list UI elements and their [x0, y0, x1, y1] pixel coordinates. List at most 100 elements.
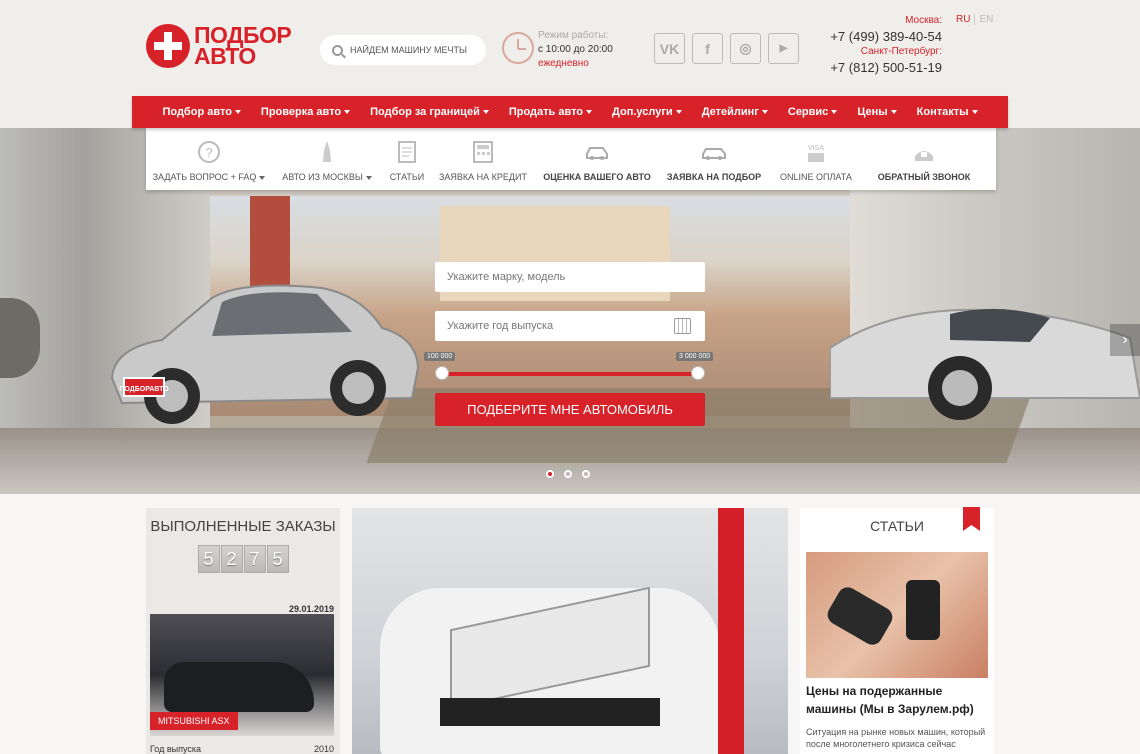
orders-counter: 5 2 7 5 — [146, 545, 340, 573]
quick-callback[interactable]: ОБРАТНЫЙ ЗВОНОК — [864, 128, 984, 190]
search-input[interactable] — [350, 45, 480, 55]
chevron-down-icon — [259, 175, 266, 180]
chevron-right-icon[interactable]: › — [1110, 324, 1140, 356]
instagram-icon[interactable]: ◎ — [730, 33, 761, 64]
car-icon — [702, 148, 726, 160]
car-plate: ПОДБОРАВТО — [119, 386, 169, 393]
slide-dot-3[interactable] — [582, 470, 590, 478]
quick-payment[interactable]: VISA ONLINE ОПЛАТА — [768, 128, 864, 190]
slide-dot-1[interactable] — [546, 470, 554, 478]
nav-label: Детейлинг — [701, 106, 759, 118]
hours-label: Режим работы: — [538, 30, 609, 41]
quick-credit[interactable]: ЗАЯВКА НА КРЕДИТ — [432, 128, 534, 190]
search-box[interactable] — [320, 35, 486, 65]
quick-links: ? ЗАДАТЬ ВОПРОС + FAQ АВТО ИЗ МОСКВЫ СТА… — [146, 128, 996, 190]
white-car-image — [380, 586, 720, 754]
quick-request[interactable]: ЗАЯВКА НА ПОДБОР — [660, 128, 768, 190]
nav-abroad[interactable]: Подбор за границей — [360, 106, 499, 118]
counter-digit: 2 — [220, 545, 243, 573]
calendar-icon[interactable] — [674, 318, 691, 334]
chevron-down-icon — [675, 110, 682, 115]
phone-moscow[interactable]: +7 (499) 389-40-54 — [812, 28, 942, 45]
price-min-handle[interactable] — [435, 366, 449, 380]
logo-cross-icon — [146, 24, 190, 68]
city-spb: Санкт-Петербург: — [860, 46, 942, 57]
quick-evaluation-label: ОЦЕНКА ВАШЕГО АВТО — [543, 172, 651, 182]
nav-label: Доп.услуги — [612, 106, 673, 118]
youtube-icon[interactable]: ▶ — [768, 33, 799, 64]
articles-widget: СТАТЬИ Цены на подержанные машины (Мы в … — [800, 507, 994, 754]
phone-spb[interactable]: +7 (812) 500-51-19 — [812, 59, 942, 76]
logo-text: ПОДБОР АВТО — [194, 24, 292, 68]
chevron-down-icon — [365, 175, 372, 180]
phones: Москва: +7 (499) 389-40-54 Санкт-Петербу… — [812, 14, 942, 76]
counter-digit: 5 — [197, 545, 220, 573]
logo[interactable]: ПОДБОР АВТО — [146, 24, 292, 68]
svg-text:?: ? — [205, 145, 212, 160]
quick-request-label: ЗАЯВКА НА ПОДБОР — [666, 172, 762, 182]
nav-detailing[interactable]: Детейлинг — [692, 106, 778, 118]
nav-label: Подбор авто — [162, 106, 232, 118]
price-max-label: 3 000 000 — [676, 352, 714, 361]
nav-service[interactable]: Сервис — [778, 106, 847, 118]
facebook-icon[interactable]: f — [692, 33, 723, 64]
tower-icon — [323, 141, 331, 162]
order-car-tag[interactable]: MITSUBISHI ASX — [150, 712, 238, 730]
quick-faq[interactable]: ? ЗАДАТЬ ВОПРОС + FAQ — [146, 128, 272, 190]
nav-label: Сервис — [787, 106, 829, 118]
vk-icon[interactable]: VK — [654, 33, 685, 64]
completed-orders: ВЫПОЛНЕННЫЕ ЗАКАЗЫ 5 2 7 5 29.01.2019 MI… — [146, 508, 340, 754]
nav-label: Проверка авто — [260, 106, 342, 118]
city-moscow: Москва: — [905, 15, 942, 26]
svg-text:VISA: VISA — [808, 145, 824, 152]
nav-podbor[interactable]: Подбор авто — [152, 106, 250, 118]
chevron-down-icon — [482, 110, 489, 115]
language-switch: RU EN — [956, 14, 994, 25]
article-image[interactable] — [806, 552, 988, 678]
chevron-down-icon — [971, 110, 978, 115]
document-icon — [398, 141, 416, 163]
quick-moscow-label: АВТО ИЗ МОСКВЫ — [282, 172, 363, 182]
chevron-down-icon — [831, 110, 838, 115]
nav-sell[interactable]: Продать авто — [499, 106, 602, 118]
clock-icon — [502, 32, 534, 64]
quick-faq-label: ЗАДАТЬ ВОПРОС + FAQ — [152, 172, 257, 182]
classic-car-image: ПОДБОРАВТО — [110, 284, 420, 424]
quick-moscow[interactable]: АВТО ИЗ МОСКВЫ — [272, 128, 382, 190]
brand-model-field[interactable]: Укажите марку, модель — [435, 262, 705, 292]
slide-dot-2[interactable] — [564, 470, 572, 478]
year-field[interactable]: Укажите год выпуска — [435, 311, 705, 341]
orders-title: ВЫПОЛНЕННЫЕ ЗАКАЗЫ — [150, 518, 336, 535]
chevron-down-icon — [761, 110, 768, 115]
car-lift-image — [718, 508, 744, 754]
card-icon: VISA — [808, 145, 824, 162]
quick-articles[interactable]: СТАТЬИ — [382, 128, 432, 190]
price-max-handle[interactable] — [691, 366, 705, 380]
quick-credit-label: ЗАЯВКА НА КРЕДИТ — [438, 172, 527, 182]
service-photo[interactable] — [352, 508, 788, 754]
lang-ru[interactable]: RU — [956, 14, 970, 25]
nav-contacts[interactable]: Контакты — [907, 106, 988, 118]
main-nav: Подбор авто Проверка авто Подбор за гран… — [132, 96, 1008, 128]
pick-car-button[interactable]: ПОДБЕРИТЕ МНЕ АВТОМОБИЛЬ — [435, 393, 705, 426]
lang-en[interactable]: EN — [974, 14, 994, 25]
article-heading[interactable]: Цены на подержанные машины (Мы в Зарулем… — [806, 682, 992, 718]
nav-label: Контакты — [916, 106, 969, 118]
nav-label: Цены — [857, 106, 888, 118]
car-key-image — [824, 583, 896, 649]
article-excerpt: Ситуация на рынке новых машин, который п… — [806, 727, 986, 749]
search-icon[interactable] — [332, 44, 343, 56]
slider-dots — [546, 470, 590, 478]
question-icon: ? — [198, 141, 220, 163]
quick-evaluation[interactable]: ОЦЕНКА ВАШЕГО АВТО — [534, 128, 660, 190]
order-year-row: Год выпуска 2010 — [150, 744, 334, 754]
quick-articles-label: СТАТЬИ — [389, 172, 425, 182]
nav-proverka[interactable]: Проверка авто — [251, 106, 360, 118]
work-hours: Режим работы: с 10:00 до 20:00 ежедневно — [538, 29, 613, 71]
order-year-label: Год выпуска — [150, 744, 201, 754]
nav-extra[interactable]: Доп.услуги — [602, 106, 692, 118]
chevron-down-icon — [344, 110, 351, 115]
price-range-track[interactable] — [441, 372, 698, 376]
order-date: 29.01.2019 — [288, 604, 334, 614]
nav-prices[interactable]: Цены — [847, 106, 906, 118]
